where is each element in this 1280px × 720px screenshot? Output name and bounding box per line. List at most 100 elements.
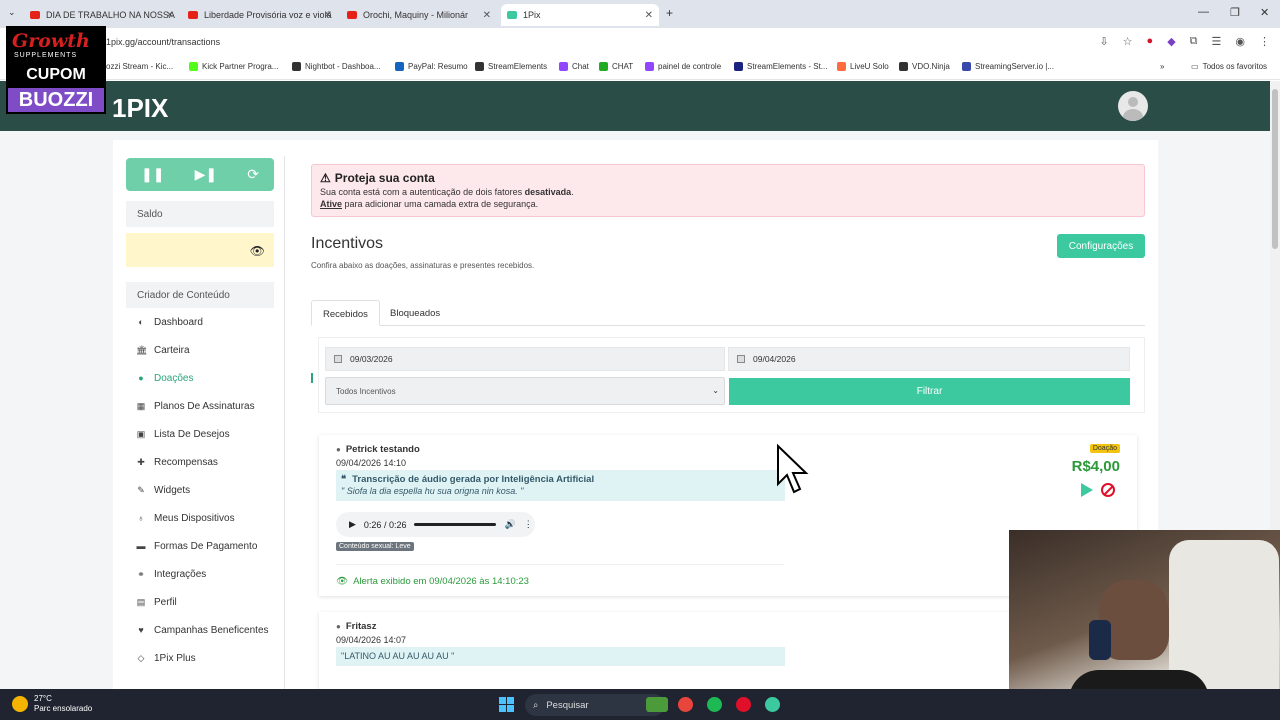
bookmark[interactable]: Nightbot - Dashboa... [292,62,381,71]
bookmark[interactable]: PayPal: Resumo [395,62,468,71]
audio-player[interactable]: ▶ 0:26 / 0:26 🔊 ⋮ [336,512,535,537]
browser-tab[interactable]: DIA DE TRABALHO NA NOSSA ✕ [24,4,180,26]
close-icon[interactable]: ✕ [166,10,174,21]
sidebar-item-lista-desejos[interactable]: ▣ Lista De Desejos [126,420,274,448]
install-icon[interactable]: ⇩ [1099,35,1108,48]
temperature: 27°C [34,694,52,703]
sidebar-item-doacoes[interactable]: ● Doações [126,364,274,392]
twitch-icon [559,62,568,71]
minimize-icon[interactable]: — [1198,6,1209,18]
audio-time: 0:26 / 0:26 [363,519,407,530]
tab-bloqueados[interactable]: Bloqueados [379,300,451,326]
kick-icon [599,62,608,71]
bookmark[interactable]: Chat [559,62,589,71]
weather-widget[interactable]: 27°C Parc ensolarado [12,694,92,714]
puzzle-icon[interactable]: ⧉ [1190,35,1198,48]
address-bar[interactable]: 1pix.gg/account/transactions [106,37,220,47]
bookmark[interactable]: ozzi Stream - Kic... [106,62,173,71]
app-icon[interactable] [736,697,751,712]
filter-button[interactable]: Filtrar [729,378,1130,405]
app-logo[interactable]: 1PIX [112,93,168,124]
profile-icon: ▤ [136,596,146,607]
settings-button[interactable]: Configurações [1057,234,1145,258]
star-icon[interactable]: ☆ [1123,35,1133,48]
browser-tab[interactable]: Liberdade Provisória voz e violã ✕ [182,4,338,26]
message-text: "LATINO AU AU AU AU AU " [341,651,455,661]
user-avatar[interactable] [1118,91,1148,121]
spotify-icon[interactable] [707,697,722,712]
table-icon: ▦ [136,400,146,411]
content-badge: Conteúdo sexual: Leve [336,542,414,551]
bookmark[interactable]: Kick Partner Progra... [189,62,278,71]
play-icon[interactable]: ▶ [349,519,356,530]
sidebar-divider [284,156,285,690]
scrollbar-thumb[interactable] [1272,89,1278,249]
more-icon[interactable]: ⋮ [1259,35,1270,48]
bookmark[interactable]: StreamElements - St... [734,62,827,71]
date-from-field[interactable]: 09/03/2026 [325,347,725,371]
extension-icon[interactable]: ◆ [1167,35,1175,48]
app-icon[interactable] [765,697,780,712]
bookmark[interactable]: painel de controle [645,62,721,71]
sidebar-item-planos[interactable]: ▦ Planos De Assinaturas [126,392,274,420]
incentive-type-select[interactable]: Todos Incentivos ⌄ [325,377,725,405]
audio-progress[interactable] [414,523,497,526]
tab-recebidos[interactable]: Recebidos [311,300,380,326]
close-window-icon[interactable]: ✕ [1260,6,1269,19]
bookmarks-overflow-icon[interactable]: » [1160,62,1164,71]
profile-avatar-icon[interactable]: ◉ [1235,35,1245,48]
message-title: ❝ Transcrição de áudio gerada por Inteli… [341,474,594,485]
sidebar-item-carteira[interactable]: 🏛 Carteira [126,336,274,364]
close-icon[interactable]: ✕ [324,10,332,21]
restore-icon[interactable]: ❐ [1230,6,1240,19]
app-icon[interactable] [646,697,668,712]
folder-label: Todos os favoritos [1202,62,1268,71]
date-to-field[interactable]: 09/04/2026 [728,347,1130,371]
replay-icon[interactable] [1081,483,1093,497]
close-icon[interactable]: ✕ [645,10,653,21]
refresh-icon[interactable]: ⟳ [247,166,259,183]
vdo-ninja-icon [899,62,908,71]
bookmark[interactable]: VDO.Ninja [899,62,950,71]
divider [336,564,784,565]
sidebar-item-dashboard[interactable]: ◐ Dashboard [126,308,274,336]
sidebar-item-recompensas[interactable]: ✚ Recompensas [126,448,274,476]
sidebar-item-pagamento[interactable]: ▬ Formas De Pagamento [126,532,274,560]
alert-period: . [571,187,574,197]
extension-icon[interactable]: ● [1147,35,1154,48]
more-icon[interactable]: ⋮ [524,519,533,530]
alert-title-text: Proteja sua conta [334,171,435,185]
bookmark[interactable]: StreamElements [475,62,547,71]
bookmark-label: PayPal: Resumo [408,62,468,71]
sidebar-item-dispositivos[interactable]: ♁ Meus Dispositivos [126,504,274,532]
skip-icon[interactable]: ▶❚ [195,166,218,183]
youtube-icon [188,11,198,19]
bookmarks-folder[interactable]: ▭ Todos os favoritos [1191,62,1267,71]
alert-status: desativada [524,187,572,197]
activate-link[interactable]: Ative [320,199,342,209]
tab-list-chevron-icon[interactable]: ⌄ [8,7,16,18]
sidebar-item-perfil[interactable]: ▤ Perfil [126,588,274,616]
sidebar-item-1pix-plus[interactable]: ◇ 1Pix Plus [126,644,274,672]
sidebar-item-integracoes[interactable]: ⚭ Integrações [126,560,274,588]
windows-start-icon[interactable] [499,697,514,712]
diamond-icon: ◇ [137,652,145,663]
browser-tab-active[interactable]: 1Pix ✕ [501,4,659,26]
close-icon[interactable]: ✕ [483,10,491,21]
browser-tab[interactable]: Orochi, Maquiny - Milionár ✕ [341,4,497,26]
sidebar-item-campanhas[interactable]: ♥ Campanhas Beneficentes [126,616,274,644]
bookmark[interactable]: LiveU Solo [837,62,889,71]
menu-list-icon[interactable]: ☰ [1212,35,1222,48]
pause-icon[interactable]: ❚❚ [141,166,164,183]
sidebar-item-widgets[interactable]: ✎ Widgets [126,476,274,504]
bookmark[interactable]: CHAT [599,62,633,71]
chrome-icon[interactable] [678,697,693,712]
volume-icon[interactable]: 🔊 [504,519,515,530]
browser-tab-title: 1Pix [523,10,541,20]
new-tab-icon[interactable]: + [666,6,673,20]
section-label: Criador de Conteúdo [126,282,274,308]
taskbar-search[interactable]: ⌕ Pesquisar [525,694,665,716]
eye-icon[interactable]: 👁 [250,244,265,258]
block-icon[interactable] [1101,483,1115,497]
bookmark[interactable]: StreamingServer.io |... [962,62,1054,71]
